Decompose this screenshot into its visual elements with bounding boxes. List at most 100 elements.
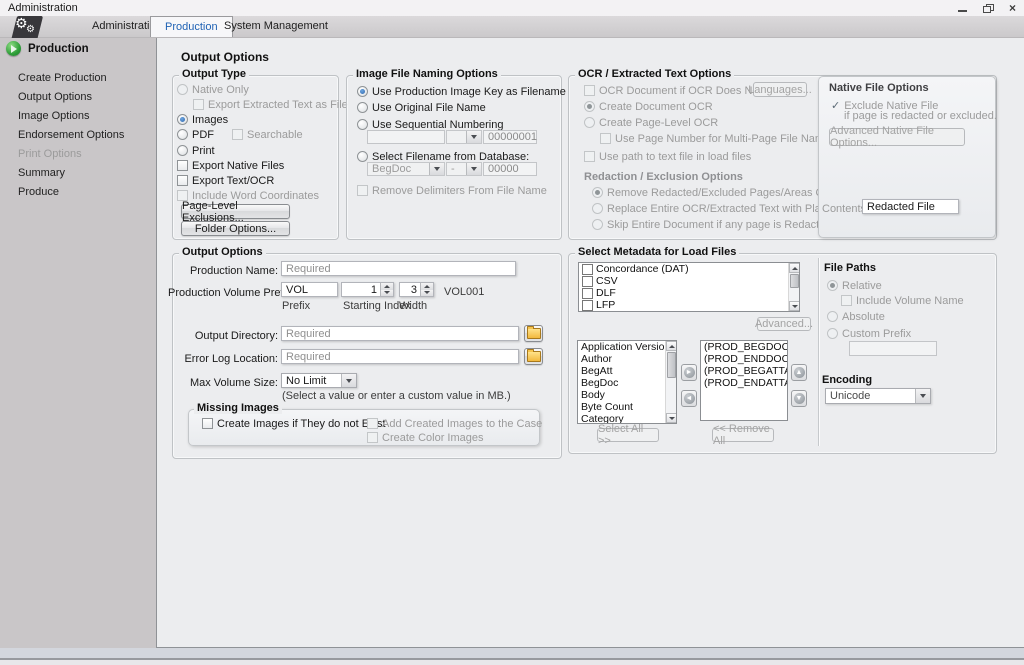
native-only-label: Native Only [192,84,249,96]
relative-path-radio[interactable] [827,280,838,291]
native-only-radio[interactable] [177,84,188,95]
images-radio[interactable] [177,114,188,125]
encoding-select[interactable]: Unicode [825,388,931,404]
advanced-metadata-button[interactable]: Advanced... [757,317,811,331]
list-item-checkbox[interactable] [582,288,593,299]
list-item[interactable]: BegAtt [578,365,665,377]
skip-entire-document-radio[interactable] [592,219,603,230]
searchable-checkbox[interactable] [232,129,243,140]
ocr-if-not-exist-checkbox[interactable] [584,85,595,96]
scroll-down-icon[interactable] [789,301,800,311]
list-item-checkbox[interactable] [582,276,593,287]
use-path-text-file-checkbox[interactable] [584,151,595,162]
close-icon[interactable]: × [1009,1,1016,15]
absolute-path-radio[interactable] [827,311,838,322]
sidebar-item-create-production[interactable]: Create Production [18,72,107,84]
spinner-arrows-icon[interactable] [380,283,393,296]
list-item[interactable]: LFP [579,299,787,311]
list-item-checkbox[interactable] [582,300,593,311]
use-production-key-radio[interactable] [357,86,368,97]
export-extracted-text-checkbox[interactable] [193,99,204,110]
list-item[interactable]: (PROD_ENDATTACH) [701,377,787,389]
scroll-down-icon[interactable] [666,413,677,423]
replace-entire-radio[interactable] [592,203,603,214]
advanced-native-file-options-button[interactable]: Advanced Native File Options... [829,128,965,146]
database-delimiter-select[interactable]: - [446,162,482,176]
browse-error-log-button[interactable] [524,348,543,365]
export-native-files-checkbox[interactable] [177,160,188,171]
folder-options-button[interactable]: Folder Options... [181,221,290,236]
sidebar-item-print-options[interactable]: Print Options [18,148,82,160]
sidebar-item-produce[interactable]: Produce [18,186,59,198]
remove-redacted-radio[interactable] [592,187,603,198]
remove-delimiters-checkbox[interactable] [357,185,368,196]
browse-output-directory-button[interactable] [524,325,543,342]
sidebar-item-summary[interactable]: Summary [18,167,65,179]
restore-icon[interactable] [983,4,993,13]
list-item[interactable]: Author [578,353,665,365]
move-left-button[interactable]: ◄ [681,390,697,407]
load-files-scrollbar[interactable] [788,263,799,311]
select-all-button[interactable]: Select All >> [597,428,659,442]
scroll-up-icon[interactable] [789,263,800,273]
list-item[interactable]: Body [578,389,665,401]
volume-prefix-input[interactable]: VOL [281,282,338,297]
filename-from-database-radio[interactable] [357,151,368,162]
create-page-level-ocr-radio[interactable] [584,117,595,128]
production-name-input[interactable]: Required [281,261,516,276]
create-document-ocr-radio[interactable] [584,101,595,112]
selected-fields-list[interactable]: (PROD_BEGDOC)(PROD_ENDDOC)(PROD_BEGATTAC… [700,340,788,421]
move-right-button[interactable]: ► [681,364,697,381]
sidebar-item-output-options[interactable]: Output Options [18,91,92,103]
max-volume-size-select[interactable]: No Limit [281,373,357,388]
create-images-checkbox[interactable] [202,418,213,429]
move-up-button[interactable]: ▲ [791,364,807,381]
sidebar-item-endorsement-options[interactable]: Endorsement Options [18,129,124,141]
list-item[interactable]: (PROD_BEGDOC) [701,341,787,353]
use-sequential-radio[interactable] [357,119,368,130]
scroll-up-icon[interactable] [666,341,677,351]
page-level-exclusions-button[interactable]: Page-Level Exclusions... [181,204,290,219]
list-item[interactable]: (PROD_BEGATTACH) [701,365,787,377]
available-fields-scrollbar[interactable] [665,341,676,423]
database-field-select[interactable]: BegDoc [367,162,445,176]
error-log-input[interactable]: Required [281,349,519,364]
add-created-images-checkbox[interactable] [367,418,378,429]
tab-system-management[interactable]: System Management [210,16,342,37]
scrollbar-thumb[interactable] [790,274,799,288]
sidebar-item-image-options[interactable]: Image Options [18,110,90,122]
list-item-checkbox[interactable] [582,264,593,275]
contents-input[interactable]: Redacted File [862,199,959,214]
list-item[interactable]: Concordance (DAT) [579,263,787,275]
include-volume-name-checkbox[interactable] [841,295,852,306]
width-stepper[interactable]: 3 [399,282,434,297]
list-item[interactable]: BegDoc [578,377,665,389]
custom-prefix-input[interactable] [849,341,937,356]
list-item[interactable]: (PROD_ENDDOC) [701,353,787,365]
available-fields-list[interactable]: Application VersionAuthorBegAttBegDocBod… [577,340,677,424]
starting-index-stepper[interactable]: 1 [341,282,394,297]
output-directory-input[interactable]: Required [281,326,519,341]
list-item[interactable]: Byte Count [578,401,665,413]
list-item[interactable]: Application Version [578,341,665,353]
sequential-start-input[interactable]: 00000001 [483,130,537,144]
export-text-ocr-checkbox[interactable] [177,175,188,186]
spinner-arrows-icon[interactable] [420,283,433,296]
use-original-name-radio[interactable] [357,102,368,113]
minimize-icon[interactable] [958,10,967,12]
create-color-images-checkbox[interactable] [367,432,378,443]
sequential-prefix-input[interactable] [367,130,445,144]
remove-all-button[interactable]: << Remove All [712,428,774,442]
list-item[interactable]: CSV [579,275,787,287]
sequential-delimiter-select[interactable] [446,130,482,144]
database-number-input[interactable]: 00000 [483,162,537,176]
print-radio[interactable] [177,145,188,156]
custom-prefix-radio[interactable] [827,328,838,339]
load-file-types-list[interactable]: Concordance (DAT)CSVDLFLFP [578,262,800,312]
pdf-radio[interactable] [177,129,188,140]
move-down-button[interactable]: ▼ [791,390,807,407]
scrollbar-thumb[interactable] [667,352,676,378]
languages-button[interactable]: Languages... [753,82,807,97]
use-page-number-checkbox[interactable] [600,133,611,144]
list-item[interactable]: DLF [579,287,787,299]
